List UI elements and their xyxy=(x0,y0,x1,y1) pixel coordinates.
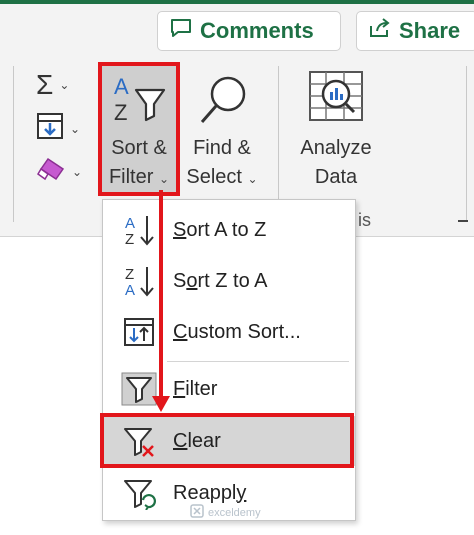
group-dialog-launcher-icon[interactable] xyxy=(458,220,468,222)
menu-item-label: Sort Z to A xyxy=(173,269,268,292)
watermark: exceldemy xyxy=(190,504,261,521)
svg-text:Z: Z xyxy=(125,231,134,247)
svg-text:A: A xyxy=(125,282,135,298)
fill-button[interactable]: ⌄ xyxy=(36,112,80,145)
ribbon-separator xyxy=(13,66,14,222)
watermark-text: exceldemy xyxy=(208,506,261,519)
fill-down-icon xyxy=(36,112,64,145)
chevron-down-icon: ⌄ xyxy=(72,164,83,179)
menu-item-label: Sort A to Z xyxy=(173,218,267,241)
reapply-filter-icon xyxy=(121,476,157,511)
comments-button[interactable]: Comments xyxy=(157,11,341,51)
menu-item-label: Reapply xyxy=(173,481,247,504)
analyze-data-label: Analyze xyxy=(300,137,372,159)
clear-highlight xyxy=(100,413,354,468)
chevron-down-icon: ⌄ xyxy=(70,121,81,136)
autosum-button[interactable]: Σ ⌄ xyxy=(36,70,69,100)
menu-item-sort-a-to-z[interactable]: A Z Sort A to Z xyxy=(103,205,355,255)
annotation-arrow-head xyxy=(152,396,170,412)
find-select-button[interactable]: Find & Select ⌄ xyxy=(180,66,264,192)
group-label: is xyxy=(358,210,371,230)
menu-item-sort-z-to-a[interactable]: Z A Sort Z to A xyxy=(103,256,355,306)
custom-sort-icon xyxy=(121,315,157,349)
sum-icon: Σ xyxy=(36,69,54,100)
sort-filter-highlight xyxy=(98,62,180,196)
menu-item-custom-sort[interactable]: Custom Sort... xyxy=(103,307,355,357)
find-select-label: Find & xyxy=(193,137,251,159)
analyze-data-button[interactable]: Analyze Data xyxy=(290,66,382,192)
find-select-label: Select xyxy=(186,166,242,188)
sort-z-to-a-icon: Z A xyxy=(121,264,157,299)
svg-text:A: A xyxy=(125,215,135,232)
svg-text:Z: Z xyxy=(125,266,134,283)
sort-a-to-z-icon: A Z xyxy=(121,213,157,248)
clear-button[interactable]: ⌄ xyxy=(36,155,82,188)
analyze-data-label: Data xyxy=(314,166,358,188)
share-button[interactable]: Share xyxy=(356,11,474,51)
comment-icon xyxy=(170,18,192,44)
share-label: Share xyxy=(399,18,461,43)
sort-filter-menu: A Z Sort A to Z Z A Sort Z to A Custom S… xyxy=(102,199,356,521)
exceldemy-logo-icon xyxy=(190,504,204,521)
eraser-icon xyxy=(36,155,66,188)
chevron-down-icon: ⌄ xyxy=(59,78,70,92)
share-icon xyxy=(369,18,391,44)
menu-item-filter[interactable]: Filter xyxy=(103,364,355,414)
annotation-arrow xyxy=(159,190,163,398)
ribbon-top-accent xyxy=(0,0,474,4)
menu-separator xyxy=(167,361,349,362)
menu-item-label: Custom Sort... xyxy=(173,320,301,343)
ribbon-separator xyxy=(466,66,467,222)
analyze-data-icon xyxy=(306,68,366,133)
menu-item-label: Filter xyxy=(173,377,218,400)
chevron-down-icon: ⌄ xyxy=(247,172,258,186)
magnifier-icon xyxy=(196,72,252,133)
comments-label: Comments xyxy=(200,18,314,43)
